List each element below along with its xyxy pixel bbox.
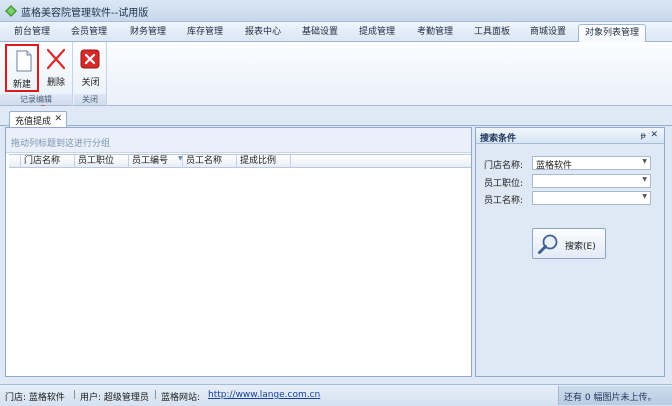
upload-notice-panel: 还有 0 幅图片未上传。 — [558, 386, 672, 405]
tab-tools[interactable]: 工具面板 — [466, 24, 518, 42]
status-bar: 门店: 蓝格软件 | 用户: 超级管理员 | 蓝格网站: http://www.… — [0, 384, 672, 406]
ribbon-group-label: 关闭 — [74, 94, 106, 105]
search-panel-title: 搜索条件 — [480, 134, 517, 144]
tab-inventory[interactable]: 库存管理 — [180, 24, 230, 42]
ribbon-group-label: 记录编辑 — [0, 94, 72, 105]
close-icon — [80, 49, 100, 69]
group-hint-text: 拖动列标题到这进行分组 — [11, 139, 111, 149]
delete-x-icon — [46, 48, 66, 70]
main-menu-bar: 前台管理 会员管理 财务管理 库存管理 报表中心 基础设置 提成管理 考勤管理 … — [0, 22, 672, 42]
status-store: 门店: 蓝格软件 — [5, 393, 65, 403]
status-separator: | — [73, 390, 77, 400]
chevron-down-icon: ▼ — [642, 193, 647, 200]
tab-attendance[interactable]: 考勤管理 — [408, 24, 462, 42]
status-separator: | — [154, 390, 158, 400]
tab-object-list[interactable]: 对象列表管理 — [578, 24, 646, 42]
tab-commission[interactable]: 提成管理 — [350, 24, 404, 42]
status-site-label: 蓝格网站: — [161, 393, 201, 403]
tab-mall-settings[interactable]: 商城设置 — [521, 24, 575, 42]
ribbon: 新建 删除 记录编辑 关闭 关闭 — [0, 42, 672, 106]
new-button[interactable]: 新建 — [5, 44, 39, 92]
employee-position-select[interactable]: ▼ — [532, 174, 651, 188]
field-label: 员工名称: — [484, 196, 524, 206]
doc-tab-recharge-commission[interactable]: 充值提成 ✕ — [9, 111, 67, 127]
search-panel: 搜索条件 ᵽ ✕ 门店名称: 蓝格软件 ▼ 员工职位: ▼ 员工名称: ▼ 搜索… — [475, 127, 665, 377]
data-grid-panel: 拖动列标题到这进行分组 门店名称 员工职位 员工编号 ▼ 员工名称 提成比例 — [5, 127, 472, 377]
status-user: 用户: 超级管理员 — [80, 393, 149, 403]
magnifier-icon — [538, 234, 558, 254]
window-title: 蓝格美容院管理软件--试用版 — [21, 8, 149, 19]
grid-header: 门店名称 员工职位 员工编号 ▼ 员工名称 提成比例 — [9, 154, 471, 168]
store-name-value: 蓝格软件 — [536, 161, 573, 171]
tab-reports[interactable]: 报表中心 — [235, 24, 291, 42]
column-header[interactable]: 门店名称 — [21, 155, 75, 168]
sort-descending-icon: ▼ — [178, 155, 183, 162]
delete-button[interactable]: 删除 — [39, 44, 73, 92]
column-header[interactable]: 提成比例 — [237, 155, 291, 168]
employee-name-select[interactable]: ▼ — [532, 191, 651, 205]
field-label: 门店名称: — [484, 161, 524, 171]
upload-notice: 还有 0 幅图片未上传。 — [564, 393, 657, 403]
tab-member[interactable]: 会员管理 — [62, 24, 116, 42]
row-indicator-header — [9, 155, 21, 168]
new-document-icon — [16, 50, 32, 72]
document-tab-strip: 充值提成 ✕ — [0, 108, 672, 127]
close-button[interactable]: 关闭 — [74, 44, 107, 92]
pin-icon[interactable]: ᵽ — [641, 131, 646, 140]
title-bar: 蓝格美容院管理软件--试用版 — [0, 0, 672, 22]
chevron-down-icon: ▼ — [642, 176, 647, 183]
column-header[interactable]: 员工编号 — [129, 155, 183, 168]
website-link[interactable]: http://www.lange.com.cn — [208, 390, 320, 400]
tab-front-desk[interactable]: 前台管理 — [6, 24, 58, 42]
search-button[interactable]: 搜索(E) — [532, 228, 606, 259]
ribbon-group-record-edit: 新建 删除 记录编辑 — [0, 42, 73, 106]
chevron-down-icon: ▼ — [642, 158, 647, 165]
column-header[interactable]: 员工职位 — [75, 155, 129, 168]
close-button-label: 关闭 — [81, 78, 100, 88]
tab-basic-settings[interactable]: 基础设置 — [294, 24, 346, 42]
doc-tab-label: 充值提成 — [15, 117, 52, 127]
app-logo-icon — [5, 5, 17, 17]
search-button-label: 搜索(E) — [565, 242, 596, 252]
column-header[interactable]: 员工名称 — [183, 155, 237, 168]
ribbon-group-close: 关闭 关闭 — [74, 42, 107, 106]
close-icon[interactable]: ✕ — [650, 130, 658, 140]
group-by-area[interactable]: 拖动列标题到这进行分组 — [6, 128, 471, 153]
search-panel-header: 搜索条件 ᵽ ✕ — [476, 128, 664, 144]
close-tab-icon[interactable]: ✕ — [54, 114, 62, 124]
store-name-select[interactable]: 蓝格软件 ▼ — [532, 156, 651, 171]
delete-button-label: 删除 — [46, 78, 65, 88]
field-label: 员工职位: — [484, 179, 524, 189]
new-button-label: 新建 — [12, 80, 31, 90]
tab-finance[interactable]: 财务管理 — [120, 24, 176, 42]
